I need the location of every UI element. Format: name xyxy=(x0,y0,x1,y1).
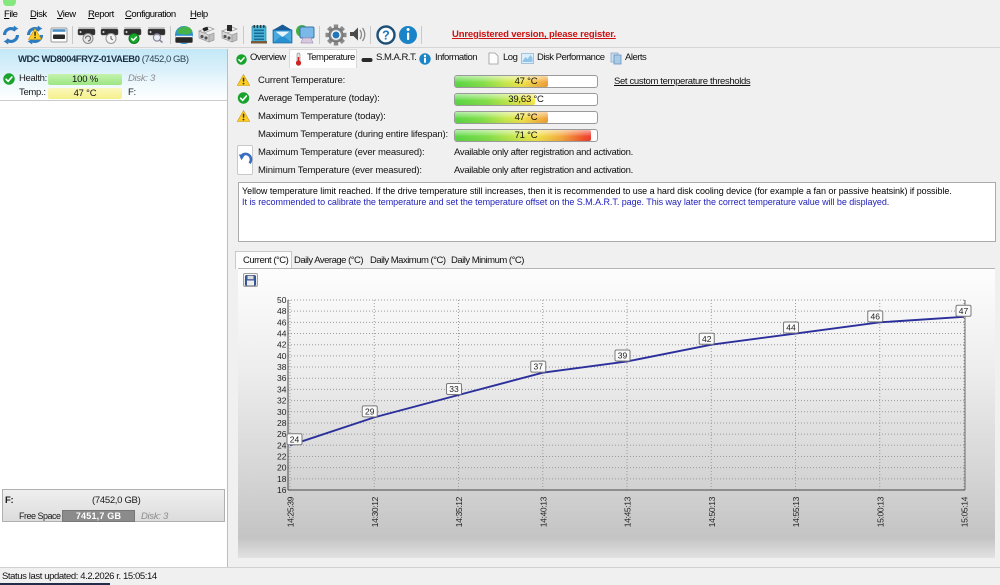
svg-text:36: 36 xyxy=(277,373,287,383)
svg-text:14:40:13: 14:40:13 xyxy=(538,496,548,527)
svg-text:14:45:13: 14:45:13 xyxy=(623,496,633,527)
svg-text:39: 39 xyxy=(618,351,628,361)
svg-text:14:35:12: 14:35:12 xyxy=(454,496,464,527)
svg-text:33: 33 xyxy=(449,384,459,394)
svg-text:40: 40 xyxy=(277,351,287,361)
svg-text:42: 42 xyxy=(702,334,712,344)
svg-text:14:50:13: 14:50:13 xyxy=(707,496,717,527)
svg-text:14:55:13: 14:55:13 xyxy=(791,496,801,527)
svg-text:44: 44 xyxy=(786,323,796,333)
svg-text:50: 50 xyxy=(277,295,287,305)
svg-text:15:05:14: 15:05:14 xyxy=(960,496,970,527)
svg-text:?: ? xyxy=(382,29,390,43)
svg-text:38: 38 xyxy=(277,362,287,372)
svg-text:29: 29 xyxy=(365,406,375,416)
svg-text:46: 46 xyxy=(277,317,287,327)
svg-text:26: 26 xyxy=(277,429,287,439)
svg-text:14:25:39: 14:25:39 xyxy=(286,496,296,527)
svg-text:22: 22 xyxy=(277,451,287,461)
svg-text:44: 44 xyxy=(277,329,287,339)
svg-text:37: 37 xyxy=(534,362,544,372)
svg-text:47: 47 xyxy=(959,306,969,316)
svg-text:32: 32 xyxy=(277,396,287,406)
svg-text:46: 46 xyxy=(871,311,881,321)
svg-text:34: 34 xyxy=(277,384,287,394)
svg-text:16: 16 xyxy=(277,485,287,495)
svg-text:20: 20 xyxy=(277,463,287,473)
svg-text:42: 42 xyxy=(277,340,287,350)
svg-text:48: 48 xyxy=(277,306,287,316)
svg-text:30: 30 xyxy=(277,407,287,417)
svg-text:28: 28 xyxy=(277,418,287,428)
svg-text:18: 18 xyxy=(277,474,287,484)
svg-text:24: 24 xyxy=(290,434,300,444)
svg-text:24: 24 xyxy=(277,440,287,450)
svg-text:15:00:13: 15:00:13 xyxy=(875,496,885,527)
svg-text:14:30:12: 14:30:12 xyxy=(370,496,380,527)
